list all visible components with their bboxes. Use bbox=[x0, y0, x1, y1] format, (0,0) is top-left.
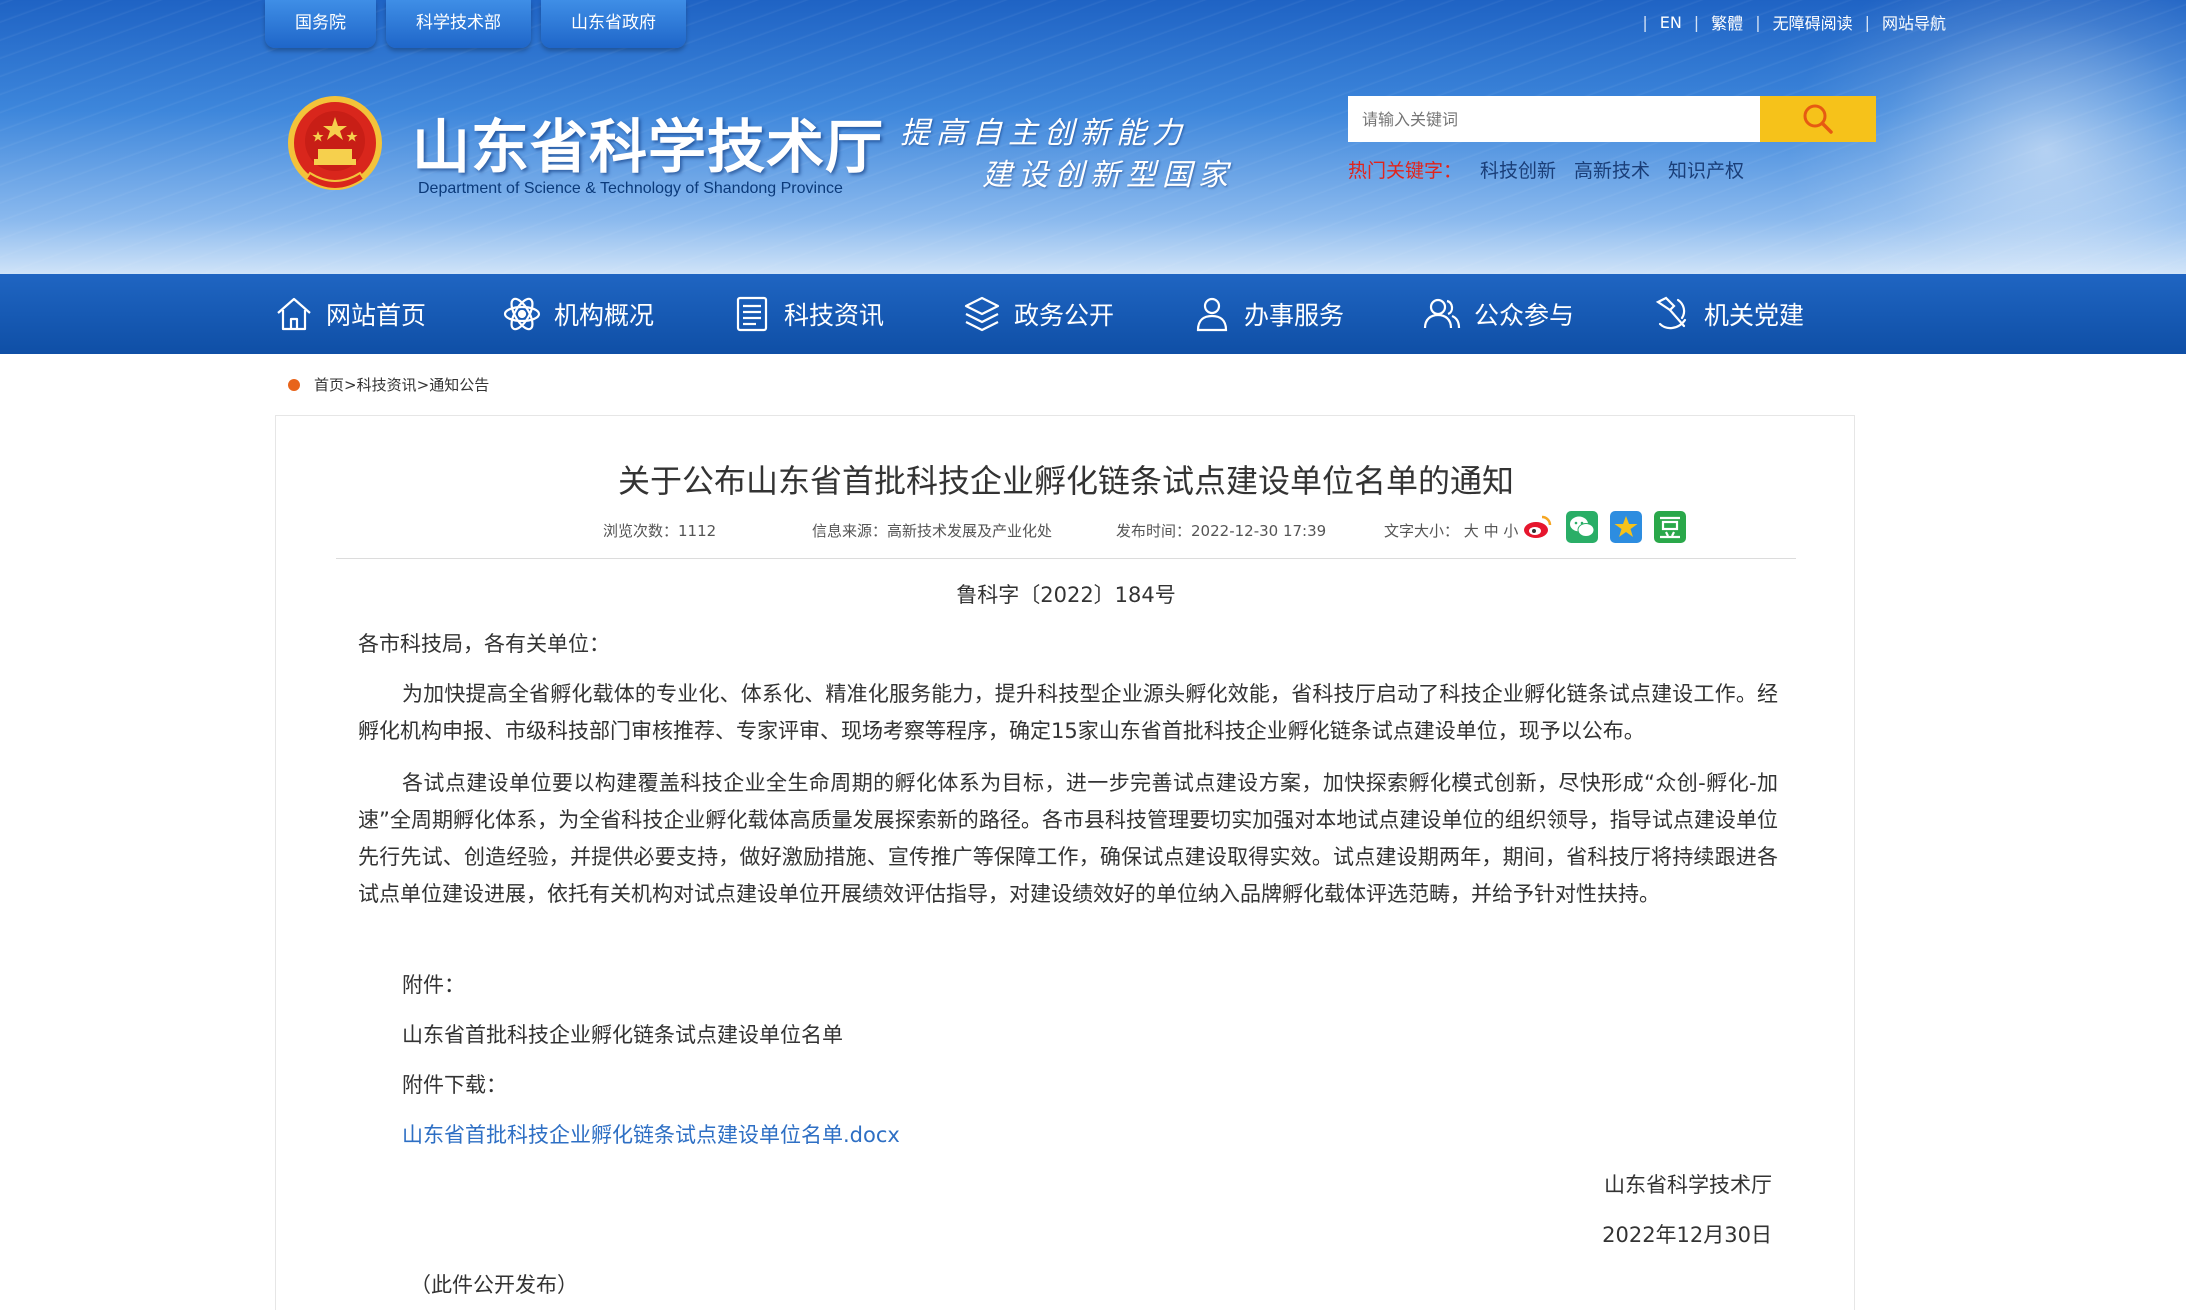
hot-keyword-ip[interactable]: 知识产权 bbox=[1668, 156, 1744, 183]
weibo-icon bbox=[1524, 515, 1552, 538]
nav-label: 网站首页 bbox=[326, 301, 427, 330]
breadcrumb: 首页 > 科技资讯 > 通知公告 bbox=[288, 374, 489, 395]
share-douban-button[interactable] bbox=[1654, 511, 1686, 543]
nav-news[interactable]: 科技资讯 bbox=[732, 274, 962, 354]
link-site-map[interactable]: 网站导航 bbox=[1882, 10, 1946, 34]
wechat-icon bbox=[1570, 516, 1595, 537]
meta-date-value: 2022-12-30 17:39 bbox=[1191, 522, 1327, 540]
link-accessibility[interactable]: 无障碍阅读 bbox=[1773, 10, 1853, 34]
top-tab-state-council[interactable]: 国务院 bbox=[265, 0, 376, 48]
breadcrumb-news[interactable]: 科技资讯 bbox=[357, 374, 417, 395]
meta-font-size: 文字大小： 大 中 小 bbox=[1384, 520, 1518, 541]
document-number: 鲁科字〔2022〕184号 bbox=[956, 583, 1176, 607]
article-title: 关于公布山东省首批科技企业孵化链条试点建设单位名单的通知 bbox=[617, 462, 1514, 500]
star-icon bbox=[1614, 516, 1638, 537]
nav-label: 公众参与 bbox=[1474, 301, 1575, 330]
header-banner: 国务院 科学技术部 山东省政府 | EN | 繁體 | 无障碍阅读 | 网站导航… bbox=[0, 0, 2186, 274]
search-icon bbox=[1803, 104, 1833, 134]
meta-views: 浏览次数：1112 bbox=[603, 520, 716, 541]
top-tab-most[interactable]: 科学技术部 bbox=[386, 0, 531, 48]
nav-organization[interactable]: 机构概况 bbox=[502, 274, 732, 354]
hot-keywords-label: 热门关键字： bbox=[1348, 160, 1463, 182]
share-buttons bbox=[1522, 511, 1686, 543]
search-input[interactable] bbox=[1348, 96, 1760, 142]
attachment-label: 附件： bbox=[402, 973, 465, 997]
slogan-line-2: 建设创新型国家 bbox=[982, 158, 1234, 193]
nav-services[interactable]: 办事服务 bbox=[1192, 274, 1422, 354]
atom-icon bbox=[503, 297, 541, 331]
nav-label: 机关党建 bbox=[1704, 301, 1805, 330]
breadcrumb-separator: > bbox=[344, 375, 357, 394]
hot-keyword-innovation[interactable]: 科技创新 bbox=[1480, 156, 1556, 183]
search-button[interactable] bbox=[1760, 96, 1876, 142]
signature-date: 2022年12月30日 bbox=[1602, 1223, 1772, 1247]
party-emblem-icon bbox=[1655, 296, 1687, 330]
hot-keyword-hightech[interactable]: 高新技术 bbox=[1574, 156, 1650, 183]
publish-note: （此件公开发布） bbox=[410, 1273, 578, 1297]
nav-government-affairs[interactable]: 政务公开 bbox=[962, 274, 1192, 354]
meta-source-label: 信息来源： bbox=[812, 522, 888, 540]
nav-party-building[interactable]: 机关党建 bbox=[1652, 274, 1852, 354]
title-divider bbox=[336, 558, 1796, 559]
salutation: 各市科技局，各有关单位： bbox=[358, 632, 610, 656]
top-tabs: 国务院 科学技术部 山东省政府 bbox=[265, 0, 686, 48]
nav-home[interactable]: 网站首页 bbox=[274, 274, 502, 354]
breadcrumb-separator: > bbox=[416, 375, 430, 394]
top-links: | EN | 繁體 | 无障碍阅读 | 网站导航 bbox=[1630, 10, 1946, 34]
breadcrumb-home[interactable]: 首页 bbox=[314, 374, 344, 395]
share-wechat-button[interactable] bbox=[1566, 511, 1598, 543]
national-emblem-icon bbox=[288, 96, 382, 190]
share-qzone-button[interactable] bbox=[1610, 511, 1642, 543]
article-panel: 关于公布山东省首批科技企业孵化链条试点建设单位名单的通知 浏览次数：1112 信… bbox=[275, 415, 1855, 1310]
meta-views-label: 浏览次数： bbox=[603, 522, 679, 540]
link-english[interactable]: EN bbox=[1660, 13, 1682, 32]
link-traditional[interactable]: 繁體 bbox=[1711, 10, 1743, 34]
main-nav: 网站首页 机构概况 科技资讯 政务公开 办事服务 公众参与 机关党建 bbox=[0, 274, 2186, 354]
search-box bbox=[1348, 96, 1876, 142]
nav-label: 科技资讯 bbox=[784, 301, 885, 330]
top-tab-provincial-government[interactable]: 山东省政府 bbox=[541, 0, 686, 48]
site-subtitle: Department of Science & Technology of Sh… bbox=[418, 180, 843, 197]
nav-label: 办事服务 bbox=[1244, 301, 1345, 330]
site-title[interactable]: 山东省科学技术厅 bbox=[412, 100, 884, 184]
body-paragraph-1: 为加快提高全省孵化载体的专业化、体系化、精准化服务能力，提升科技型企业源头孵化效… bbox=[358, 682, 1778, 743]
body-paragraph-2: 各试点建设单位要以构建覆盖科技企业全生命周期的孵化体系为目标，进一步完善试点建设… bbox=[358, 771, 1778, 906]
user-service-icon bbox=[1196, 297, 1228, 332]
meta-date-label: 发布时间： bbox=[1116, 522, 1192, 540]
font-size-small[interactable]: 小 bbox=[1503, 522, 1518, 540]
download-label: 附件下载： bbox=[402, 1073, 507, 1097]
font-size-large[interactable]: 大 bbox=[1464, 522, 1479, 540]
nav-public-participation[interactable]: 公众参与 bbox=[1422, 274, 1652, 354]
nav-label: 政务公开 bbox=[1014, 301, 1115, 330]
layers-icon bbox=[964, 296, 1000, 332]
breadcrumb-dot-icon bbox=[288, 378, 300, 391]
font-size-medium[interactable]: 中 bbox=[1484, 522, 1499, 540]
slogan-line-1: 提高自主创新能力 bbox=[900, 116, 1188, 151]
people-icon bbox=[1423, 298, 1461, 329]
nav-label: 机构概况 bbox=[554, 301, 655, 330]
hot-keywords: 热门关键字： 科技创新 高新技术 知识产权 bbox=[1348, 156, 1744, 183]
news-icon bbox=[736, 296, 768, 332]
meta-source: 信息来源：高新技术发展及产业化处 bbox=[812, 520, 1052, 541]
meta-views-value: 1112 bbox=[678, 522, 717, 540]
share-weibo-button[interactable] bbox=[1522, 511, 1554, 543]
attachment-name: 山东省首批科技企业孵化链条试点建设单位名单 bbox=[402, 1023, 843, 1047]
signature-organization: 山东省科学技术厅 bbox=[1604, 1173, 1772, 1197]
breadcrumb-notices[interactable]: 通知公告 bbox=[429, 374, 489, 395]
meta-source-value: 高新技术发展及产业化处 bbox=[887, 522, 1053, 540]
attachment-download-link[interactable]: 山东省首批科技企业孵化链条试点建设单位名单.docx bbox=[402, 1119, 900, 1149]
douban-icon bbox=[1660, 516, 1680, 539]
font-size-label: 文字大小： bbox=[1384, 522, 1460, 540]
home-icon bbox=[277, 297, 311, 331]
meta-date: 发布时间：2022-12-30 17:39 bbox=[1116, 520, 1326, 541]
